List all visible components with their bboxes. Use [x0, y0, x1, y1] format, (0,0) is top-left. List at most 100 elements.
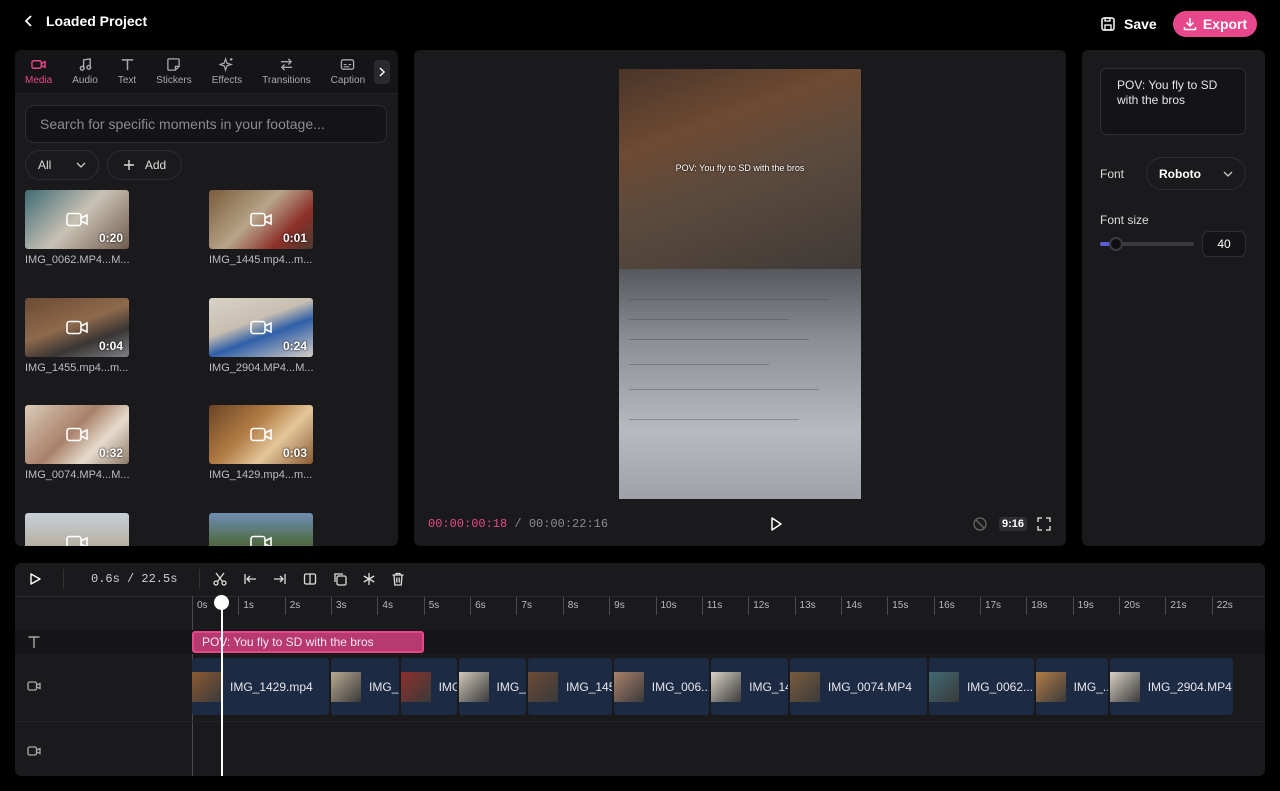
clip-thumbnail [1109, 671, 1140, 702]
font-size-input[interactable] [1202, 231, 1246, 257]
trash-icon[interactable] [391, 572, 405, 586]
clip-thumbnail [458, 671, 489, 702]
media-item[interactable]: 0:03 IMG_1429.mp4...m... [209, 405, 313, 481]
media-name: IMG_2904.MP4...M... [209, 362, 314, 374]
tab-label: Effects [211, 75, 243, 86]
playhead-handle[interactable] [214, 595, 229, 610]
video-preview[interactable]: POV: You fly to SD with the bros [619, 69, 861, 499]
ruler-tick: 14s [840, 597, 862, 615]
media-item[interactable]: 0:04 IMG_1455.mp4...m... [25, 298, 129, 374]
ruler-tick: 2s [284, 597, 300, 615]
duplicate-icon[interactable] [333, 572, 347, 586]
chevron-left-icon [24, 15, 32, 27]
ruler-tick: 19s [1072, 597, 1094, 615]
clip-thumbnail [528, 671, 559, 702]
clip-thumbnail [331, 671, 362, 702]
clip-thumbnail [789, 671, 820, 702]
export-button[interactable]: Export [1173, 11, 1257, 37]
empty-video-track [15, 721, 1265, 776]
clip-thumbnail [928, 671, 959, 702]
text-clip[interactable]: POV: You fly to SD with the bros [192, 631, 424, 653]
video-clip[interactable]: IMG_... [1035, 658, 1108, 715]
ruler-tick: 7s [516, 597, 532, 615]
back-button[interactable]: Loaded Project [22, 13, 147, 29]
tab-text[interactable]: Text [118, 57, 136, 86]
media-item[interactable]: 0:24 IMG_2904.MP4...M... [209, 298, 314, 374]
media-duration: 0:04 [98, 339, 123, 353]
video-clip[interactable]: IMG_... [458, 658, 527, 715]
media-thumbnail: 0:24 [209, 298, 313, 357]
video-camera-icon [27, 746, 41, 756]
video-clip[interactable]: IMG_0062.... [928, 658, 1034, 715]
scissors-icon[interactable] [213, 572, 227, 586]
tab-effects[interactable]: Effects [212, 57, 242, 86]
media-duration: 0:32 [98, 446, 123, 460]
ruler-tick: 20s [1119, 597, 1140, 615]
ruler-tick: 10s [655, 597, 677, 615]
video-clip[interactable]: IMG_14... [711, 658, 788, 715]
add-media-button[interactable]: Add [107, 150, 182, 180]
video-camera-icon [66, 535, 88, 546]
video-camera-icon [27, 681, 41, 691]
video-camera-icon [66, 320, 88, 335]
video-clip[interactable]: IMG_... [331, 658, 399, 715]
save-button[interactable]: Save [1100, 12, 1157, 36]
video-camera-icon [250, 320, 272, 335]
tabs-scroll-right-button[interactable] [374, 60, 390, 84]
mute-icon[interactable] [973, 517, 987, 531]
freeze-icon[interactable] [362, 572, 376, 586]
timeline-ruler[interactable]: 0s 1s 2s 3s 4s 5s 6s 7s 8s 9s 10s 11s 12s 13s 14s 15s 16… [15, 596, 1265, 616]
chevron-down-icon [76, 162, 86, 168]
video-overlay-text[interactable]: POV: You fly to SD with the bros [619, 163, 861, 173]
tab-transitions[interactable]: Transitions [262, 57, 311, 86]
media-item[interactable]: 0:32 IMG_0074.MP4...M... [25, 405, 130, 481]
clip-name: IMG_0062.... [966, 679, 1034, 694]
trim-start-icon[interactable] [243, 572, 257, 586]
tab-label: Audio [72, 75, 98, 86]
media-name: IMG_1429.mp4...m... [209, 469, 313, 481]
trim-end-icon[interactable] [273, 572, 287, 586]
video-clip[interactable]: IMG_006... [613, 658, 710, 715]
play-icon[interactable] [768, 516, 784, 532]
font-size-slider[interactable] [1100, 237, 1194, 251]
media-name: IMG_1445.mp4...m... [209, 254, 313, 266]
properties-panel: POV: You fly to SD with the bros Font Ro… [1082, 50, 1265, 546]
sticker-icon [167, 58, 181, 71]
tab-stickers[interactable]: Stickers [156, 57, 192, 86]
tab-media[interactable]: Media [25, 57, 52, 86]
media-duration: 0:03 [282, 446, 307, 460]
fullscreen-icon[interactable] [1037, 517, 1051, 531]
split-icon[interactable] [303, 572, 317, 586]
media-item[interactable]: 0:20 IMG_0062.MP4...M... [25, 190, 130, 266]
video-clip[interactable]: IMG... [400, 658, 457, 715]
aspect-ratio-button[interactable]: 9:16 [999, 517, 1028, 531]
music-note-icon [79, 58, 91, 71]
clip-name: IMG_... [369, 679, 399, 694]
media-item[interactable] [25, 513, 129, 546]
media-item[interactable] [209, 513, 313, 546]
time-separator: / [514, 517, 522, 531]
save-label: Save [1124, 16, 1157, 32]
ruler-tick: 12s [748, 597, 769, 615]
font-label: Font [1100, 167, 1125, 181]
video-camera-icon [250, 427, 272, 442]
filter-dropdown[interactable]: All [25, 150, 99, 180]
sparkles-icon [219, 57, 234, 72]
video-clip[interactable]: IMG_1429.mp4 [192, 658, 330, 715]
text-content-input[interactable]: POV: You fly to SD with the bros [1100, 68, 1246, 135]
tab-audio[interactable]: Audio [72, 57, 98, 86]
video-clip[interactable]: IMG_145 [528, 658, 612, 715]
footage-search-input[interactable] [25, 105, 387, 143]
slider-handle[interactable] [1108, 237, 1123, 251]
video-clip[interactable]: IMG_2904.MP4 [1109, 658, 1233, 715]
ruler-tick: 22s [1211, 597, 1233, 615]
tab-label: Transitions [262, 75, 311, 86]
preview-panel: POV: You fly to SD with the bros 00:00:0… [414, 50, 1066, 546]
video-clip[interactable]: IMG_0074.MP4 [789, 658, 927, 715]
tab-label: Caption [330, 75, 366, 86]
media-item[interactable]: 0:01 IMG_1445.mp4...m... [209, 190, 313, 266]
font-dropdown[interactable]: Roboto [1146, 157, 1246, 190]
clip-name: IMG_0074.MP4 [827, 679, 912, 694]
tab-caption[interactable]: Caption [331, 57, 365, 86]
play-icon[interactable] [29, 573, 41, 585]
